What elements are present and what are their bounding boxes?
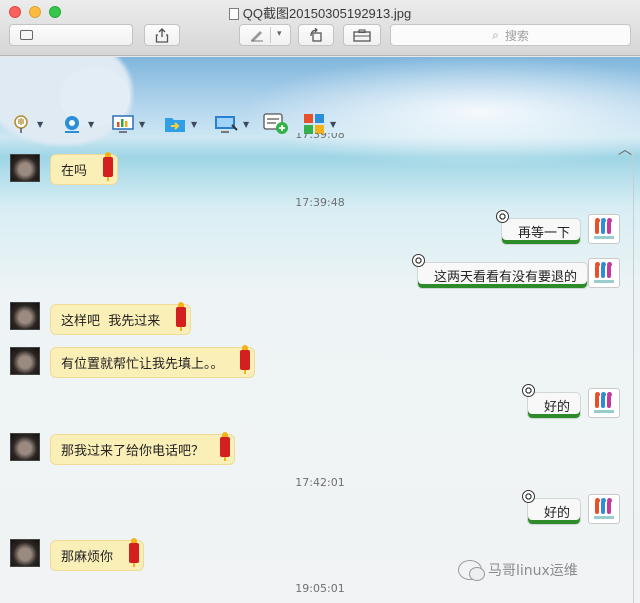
message-text: 好的 bbox=[543, 400, 570, 415]
message-text: 在吗 bbox=[61, 164, 88, 179]
watermark-text: 马哥linux运维 bbox=[488, 563, 578, 579]
send-file-tool[interactable]: ▼ bbox=[164, 113, 197, 135]
video-call-icon bbox=[65, 116, 79, 133]
markup-button[interactable]: ▾ bbox=[239, 24, 291, 46]
soccer-ball-decoration-icon bbox=[495, 210, 509, 223]
lantern-decoration-icon bbox=[239, 344, 251, 374]
timestamp: 17:39:48 bbox=[295, 196, 345, 209]
add-note-tool[interactable] bbox=[263, 113, 289, 135]
voice-call-tool[interactable]: ▼ bbox=[10, 113, 43, 135]
message-text: 这样吧 我先过来 bbox=[61, 314, 161, 329]
outgoing-message: 这两天看看有没有要退的 bbox=[411, 254, 588, 289]
outgoing-message: 好的 bbox=[521, 490, 581, 525]
chevron-down-icon: ▼ bbox=[330, 119, 337, 129]
video-call-tool[interactable]: ▼ bbox=[61, 113, 94, 135]
window-title-container: QQ截图20150305192913.jpg bbox=[0, 3, 640, 22]
sidebar-icon bbox=[19, 30, 33, 40]
chevron-down-icon: ▼ bbox=[243, 119, 250, 129]
timestamp-partial: 17:39:08 bbox=[295, 133, 345, 141]
my-avatar[interactable] bbox=[588, 258, 620, 288]
message-text: 好的 bbox=[543, 506, 570, 521]
chevron-down-icon: ▾ bbox=[277, 29, 282, 39]
incoming-message: 那麻烦你 bbox=[50, 537, 145, 571]
apps-icon bbox=[304, 114, 324, 134]
send-file-icon bbox=[165, 118, 185, 132]
incoming-message: 那我过来了给你电话吧？ bbox=[50, 431, 236, 465]
scrollbar-track[interactable] bbox=[633, 147, 634, 603]
rotate-icon bbox=[310, 27, 322, 42]
timestamp: 19:05:01 bbox=[295, 582, 345, 595]
timestamp: 17:42:01 bbox=[295, 476, 345, 489]
incoming-message: 在吗 bbox=[50, 151, 119, 185]
my-avatar[interactable] bbox=[588, 388, 620, 418]
apps-tool[interactable]: ▼ bbox=[303, 113, 336, 135]
collapse-chevron-icon[interactable]: ︿ bbox=[618, 139, 632, 159]
screen-share-tool[interactable]: ▼ bbox=[112, 113, 145, 135]
lantern-decoration-icon bbox=[128, 537, 140, 567]
mic-icon bbox=[14, 115, 28, 133]
chevron-down-icon: ▼ bbox=[88, 119, 95, 129]
toolbox-button[interactable] bbox=[343, 24, 381, 46]
chat-window: ▼ ▼ ▼ ▼ ▼ ▼ ︿ 17:39:08 在吗 17:39:48 再等一下 bbox=[0, 57, 640, 603]
outgoing-message: 再等一下 bbox=[495, 210, 581, 245]
add-note-icon bbox=[263, 113, 288, 134]
chevron-down-icon: ▼ bbox=[191, 119, 198, 129]
message-text: 这两天看看有没有要退的 bbox=[433, 270, 577, 285]
soccer-ball-decoration-icon bbox=[521, 490, 535, 503]
lantern-decoration-icon bbox=[102, 151, 114, 181]
markup-pen-icon bbox=[251, 31, 263, 42]
message-text: 再等一下 bbox=[517, 226, 570, 241]
contact-avatar[interactable] bbox=[10, 539, 40, 567]
incoming-message: 有位置就帮忙让我先填上。。 bbox=[50, 344, 255, 378]
search-placeholder: 搜索 bbox=[504, 28, 529, 43]
wechat-logo-icon bbox=[458, 560, 485, 581]
screen-share-icon bbox=[112, 115, 134, 133]
contact-avatar[interactable] bbox=[10, 347, 40, 375]
contact-avatar[interactable] bbox=[10, 433, 40, 461]
chevron-down-icon: ▼ bbox=[37, 119, 44, 129]
lantern-decoration-icon bbox=[175, 301, 187, 331]
window-titlebar: QQ截图20150305192913.jpg ▾ ⌕ 搜索 bbox=[0, 0, 640, 56]
wechat-watermark: 马哥linux运维 bbox=[458, 560, 578, 581]
share-icon bbox=[155, 27, 169, 43]
soccer-ball-decoration-icon bbox=[411, 254, 425, 267]
remote-assist-icon bbox=[215, 116, 238, 133]
my-avatar[interactable] bbox=[588, 214, 620, 244]
incoming-message: 这样吧 我先过来 bbox=[50, 301, 192, 335]
toolbox-icon bbox=[353, 28, 371, 42]
window-title: QQ截图20150305192913.jpg bbox=[242, 6, 412, 21]
magnifier-icon: ⌕ bbox=[492, 27, 499, 42]
document-icon bbox=[228, 8, 239, 20]
message-text: 有位置就帮忙让我先填上。。 bbox=[61, 357, 224, 372]
remote-assist-tool[interactable]: ▼ bbox=[214, 113, 249, 135]
chevron-down-icon: ▼ bbox=[139, 119, 146, 129]
contact-avatar[interactable] bbox=[10, 154, 40, 182]
share-button[interactable] bbox=[144, 24, 180, 46]
contact-avatar[interactable] bbox=[10, 302, 40, 330]
rotate-button[interactable] bbox=[298, 24, 334, 46]
message-text: 那麻烦你 bbox=[61, 550, 114, 565]
sidebar-toggle-button[interactable] bbox=[9, 24, 133, 46]
message-text: 那我过来了给你电话吧？ bbox=[61, 444, 205, 459]
search-field[interactable]: ⌕ 搜索 bbox=[390, 24, 631, 46]
my-avatar[interactable] bbox=[588, 494, 620, 524]
soccer-ball-decoration-icon bbox=[521, 384, 535, 397]
lantern-decoration-icon bbox=[219, 431, 231, 461]
outgoing-message: 好的 bbox=[521, 384, 581, 419]
